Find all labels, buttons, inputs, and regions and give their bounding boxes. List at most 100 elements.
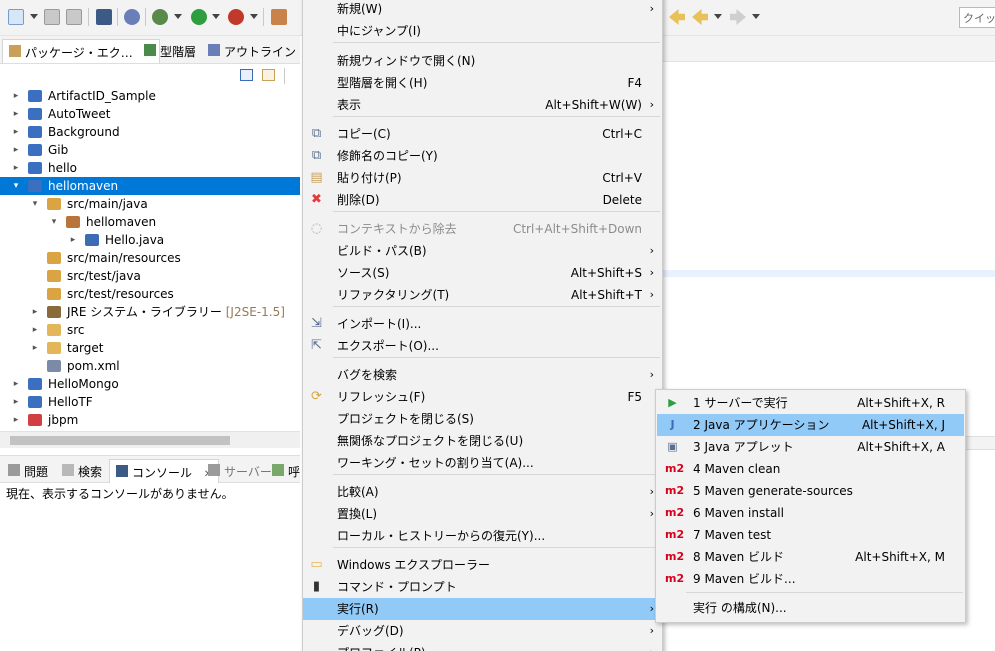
debug-dropdown-icon[interactable] (174, 14, 182, 19)
back-dropdown-icon[interactable] (714, 14, 722, 19)
chevron-right-icon[interactable]: ▸ (30, 339, 40, 357)
chevron-down-icon[interactable]: ▾ (49, 213, 59, 231)
tree-item[interactable]: ▸ target (0, 339, 300, 357)
run-icon[interactable] (191, 9, 207, 25)
tree-item[interactable]: ▸ ArtifactID_Sample (0, 87, 300, 105)
forward-icon[interactable] (730, 9, 746, 25)
menu-item[interactable]: プロファイル(P) › (303, 642, 662, 651)
menu-item[interactable]: 新規ウィンドウで開く(N) (303, 50, 662, 72)
menu-item[interactable]: ⇱ エクスポート(O)... (303, 335, 662, 357)
settings-icon[interactable] (124, 9, 140, 25)
chevron-right-icon[interactable]: ▸ (11, 393, 21, 411)
tree-item[interactable]: ▸ HelloMongo (0, 375, 300, 393)
external-tools-icon[interactable] (228, 9, 244, 25)
tree-item[interactable]: src/test/resources (0, 285, 300, 303)
chevron-right-icon[interactable]: ▸ (11, 375, 21, 393)
new-dropdown-icon[interactable] (30, 14, 38, 19)
tab-type-hierarchy[interactable]: 型階層 (138, 39, 202, 63)
chevron-right-icon[interactable]: ▸ (11, 141, 21, 159)
tree-item[interactable]: ▸ jbpm (0, 411, 300, 429)
chevron-right-icon[interactable]: ▸ (11, 87, 21, 105)
menu-item[interactable]: 実行(R) › (303, 598, 662, 620)
menu-item[interactable]: 新規(W) › (303, 0, 662, 20)
tree-item[interactable]: ▸ AutoTweet (0, 105, 300, 123)
tab-call-hierarchy[interactable]: 呼 (266, 459, 306, 483)
chevron-right-icon[interactable]: ▸ (68, 231, 78, 249)
tree-item[interactable]: ▸ Gib (0, 141, 300, 159)
submenu-item[interactable]: m2 9 Maven ビルド... (657, 568, 964, 590)
menu-item[interactable]: ✖ 削除(D) Delete (303, 189, 662, 211)
menu-item[interactable]: 表示 Alt+Shift+W(W) › (303, 94, 662, 116)
tree-item[interactable]: ▸ HelloTF (0, 393, 300, 411)
tab-package-explorer[interactable]: パッケージ・エク… ✕ (2, 39, 160, 63)
tree-item[interactable]: ▸ Hello.java (0, 231, 300, 249)
menu-item[interactable]: 型階層を開く(H) F4 (303, 72, 662, 94)
debug-icon[interactable] (152, 9, 168, 25)
chevron-right-icon[interactable]: ▸ (11, 411, 21, 429)
scrollbar-thumb[interactable] (10, 436, 230, 445)
quick-access-input[interactable]: クイック (959, 7, 995, 28)
menu-item[interactable]: ◌ コンテキストから除去 Ctrl+Alt+Shift+Down (303, 218, 662, 240)
new-icon[interactable] (8, 9, 24, 25)
tree-item[interactable]: ▾ hellomaven (0, 213, 300, 231)
chevron-down-icon[interactable]: ▾ (11, 177, 21, 195)
collapse-all-icon[interactable] (240, 69, 253, 81)
save-icon[interactable] (44, 9, 60, 25)
back-icon[interactable] (692, 9, 708, 25)
tree-item[interactable]: ▸ Background (0, 123, 300, 141)
link-with-editor-icon[interactable] (262, 69, 275, 81)
tree-item[interactable]: src/test/java (0, 267, 300, 285)
new-java-package-icon[interactable] (271, 9, 287, 25)
menu-item[interactable]: ⧉ コピー(C) Ctrl+C (303, 123, 662, 145)
console-icon[interactable] (96, 9, 112, 25)
tree-item[interactable]: ▸ hello (0, 159, 300, 177)
tab-problems[interactable]: 問題 (2, 459, 54, 483)
save-all-icon[interactable] (66, 9, 82, 25)
run-dropdown-icon[interactable] (212, 14, 220, 19)
tree-item[interactable]: ▸ src (0, 321, 300, 339)
submenu-item[interactable]: J 2 Java アプリケーション Alt+Shift+X, J (657, 414, 964, 436)
tree-item[interactable]: ▾ src/main/java (0, 195, 300, 213)
menu-item[interactable]: ソース(S) Alt+Shift+S › (303, 262, 662, 284)
tree-item[interactable]: src/main/resources (0, 249, 300, 267)
submenu-item[interactable]: 実行 の構成(N)... (657, 597, 964, 619)
chevron-right-icon[interactable]: ▸ (11, 159, 21, 177)
submenu-item[interactable]: m2 6 Maven install (657, 502, 964, 524)
tab-outline[interactable]: アウトライン (202, 39, 302, 63)
menu-item[interactable]: 置換(L) › (303, 503, 662, 525)
submenu-item[interactable]: ▣ 3 Java アプレット Alt+Shift+X, A (657, 436, 964, 458)
menu-item[interactable]: ⇲ インポート(I)... (303, 313, 662, 335)
tree-item[interactable]: ▾ hellomaven (0, 177, 300, 195)
menu-item[interactable]: ⟳ リフレッシュ(F) F5 (303, 386, 662, 408)
chevron-right-icon[interactable]: ▸ (30, 321, 40, 339)
menu-item[interactable]: 中にジャンプ(I) (303, 20, 662, 42)
menu-item[interactable]: ワーキング・セットの割り当て(A)... (303, 452, 662, 474)
tree-item[interactable]: ▸ JRE システム・ライブラリー [J2SE-1.5] (0, 303, 300, 321)
menu-item[interactable]: ▮ コマンド・プロンプト (303, 576, 662, 598)
submenu-item[interactable]: m2 8 Maven ビルド Alt+Shift+X, M (657, 546, 964, 568)
tree-item[interactable]: pom.xml (0, 357, 300, 375)
submenu-item[interactable]: ▶ 1 サーバーで実行 Alt+Shift+X, R (657, 392, 964, 414)
forward-dropdown-icon[interactable] (752, 14, 760, 19)
horizontal-scrollbar[interactable] (0, 431, 300, 448)
chevron-right-icon[interactable]: ▸ (11, 105, 21, 123)
menu-item[interactable]: デバッグ(D) › (303, 620, 662, 642)
external-tools-dropdown-icon[interactable] (250, 14, 258, 19)
menu-item[interactable]: ローカル・ヒストリーからの復元(Y)... (303, 525, 662, 547)
back-icon[interactable] (669, 9, 685, 25)
chevron-right-icon[interactable]: ▸ (30, 303, 40, 321)
menu-item[interactable]: ▤ 貼り付け(P) Ctrl+V (303, 167, 662, 189)
chevron-down-icon[interactable]: ▾ (30, 195, 40, 213)
menu-item[interactable]: 比較(A) › (303, 481, 662, 503)
menu-item[interactable]: ⧉ 修飾名のコピー(Y) (303, 145, 662, 167)
menu-item[interactable]: リファクタリング(T) Alt+Shift+T › (303, 284, 662, 306)
menu-item[interactable]: ビルド・パス(B) › (303, 240, 662, 262)
tab-search[interactable]: 検索 (56, 459, 108, 483)
chevron-right-icon[interactable]: ▸ (11, 123, 21, 141)
menu-item[interactable]: バグを検索 › (303, 364, 662, 386)
menu-item[interactable]: 無関係なプロジェクトを閉じる(U) (303, 430, 662, 452)
submenu-item[interactable]: m2 5 Maven generate-sources (657, 480, 964, 502)
submenu-item[interactable]: m2 4 Maven clean (657, 458, 964, 480)
menu-item[interactable]: ▭ Windows エクスプローラー (303, 554, 662, 576)
menu-item[interactable]: プロジェクトを閉じる(S) (303, 408, 662, 430)
